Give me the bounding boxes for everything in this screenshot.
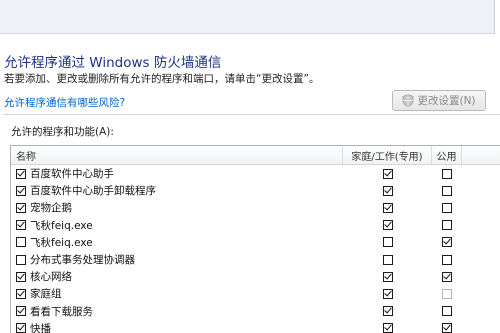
home-work-cell <box>343 306 432 317</box>
program-name: 快播 <box>30 322 51 333</box>
public-checkbox[interactable] <box>442 306 452 317</box>
list-item[interactable]: 飞秋feiq.exe <box>11 234 500 251</box>
program-enabled-checkbox[interactable] <box>16 254 26 265</box>
home-work-checkbox[interactable] <box>382 168 393 179</box>
public-cell <box>432 168 462 179</box>
program-name: 家庭组 <box>30 288 62 301</box>
home-work-cell <box>343 323 432 333</box>
scrollbar-edge <box>494 0 500 34</box>
program-enabled-checkbox[interactable] <box>16 306 26 317</box>
home-work-cell <box>343 271 432 282</box>
program-name: 飞秋feiq.exe <box>30 236 93 249</box>
program-name: 百度软件中心助手 <box>30 168 114 181</box>
column-header-home-work[interactable]: 家庭/工作(专用) <box>343 146 432 165</box>
home-work-checkbox[interactable] <box>382 237 393 248</box>
program-name: 飞秋feiq.exe <box>30 219 93 232</box>
risk-help-link[interactable]: 允许程序通信有哪些风险? <box>4 95 125 110</box>
change-settings-label: 更改设置(N) <box>417 95 476 107</box>
program-name: 百度软件中心助手卸载程序 <box>30 185 156 198</box>
public-cell <box>432 254 462 265</box>
page-title: 允许程序通过 Windows 防火墙通信 <box>4 55 222 71</box>
program-name: 分布式事务处理协调器 <box>30 254 135 267</box>
public-cell <box>432 323 462 333</box>
program-enabled-checkbox[interactable] <box>16 185 26 196</box>
public-checkbox[interactable] <box>442 271 452 282</box>
public-checkbox[interactable] <box>442 254 452 265</box>
program-name: 宠物企鹅 <box>30 202 72 215</box>
home-work-checkbox[interactable] <box>382 271 393 282</box>
public-cell <box>432 288 462 299</box>
public-cell <box>432 220 462 231</box>
list-header: 名称 家庭/工作(专用) 公用 <box>11 146 500 165</box>
program-enabled-checkbox[interactable] <box>16 323 26 333</box>
home-work-checkbox[interactable] <box>382 202 393 213</box>
home-work-checkbox[interactable] <box>382 185 393 196</box>
change-settings-button[interactable]: 更改设置(N) <box>392 90 486 111</box>
program-name-cell: 家庭组 <box>11 286 343 301</box>
program-name-cell: 看看下载服务 <box>11 304 343 319</box>
list-item[interactable]: 核心网络 <box>11 268 500 285</box>
shield-icon <box>403 94 414 107</box>
list-item[interactable]: 百度软件中心助手卸载程序 <box>11 182 500 199</box>
program-enabled-checkbox[interactable] <box>16 168 26 179</box>
public-cell <box>432 306 462 317</box>
public-checkbox[interactable] <box>442 202 452 213</box>
program-name-cell: 宠物企鹅 <box>11 200 343 215</box>
allowed-programs-list[interactable]: 名称 家庭/工作(专用) 公用 百度软件中心助手百度软件中心助手卸载程序 宠物企鹅… <box>10 145 500 333</box>
program-name-cell: 核心网络 <box>11 269 343 284</box>
home-work-checkbox[interactable] <box>382 220 393 231</box>
program-name: 核心网络 <box>30 271 72 284</box>
home-work-checkbox[interactable] <box>382 254 393 265</box>
home-work-cell <box>343 168 432 179</box>
home-work-cell <box>343 288 432 299</box>
public-cell <box>432 237 462 248</box>
program-name-cell: 飞秋feiq.exe <box>11 235 343 250</box>
program-enabled-checkbox[interactable] <box>16 202 26 213</box>
page-description: 若要添加、更改或删除所有允许的程序和端口，请单击“更改设置”。 <box>4 73 320 85</box>
program-name-cell: 百度软件中心助手 <box>11 166 343 181</box>
list-item[interactable]: 飞秋feiq.exe <box>11 217 500 234</box>
public-checkbox[interactable] <box>442 220 452 231</box>
program-enabled-checkbox[interactable] <box>16 271 26 282</box>
list-item[interactable]: 快播 <box>11 320 500 333</box>
program-enabled-checkbox[interactable] <box>16 220 26 231</box>
public-cell <box>432 185 462 196</box>
public-cell <box>432 202 462 213</box>
home-work-cell <box>343 185 432 196</box>
home-work-cell <box>343 254 432 265</box>
program-enabled-checkbox[interactable] <box>16 288 26 299</box>
home-work-checkbox[interactable] <box>382 288 393 299</box>
list-rows: 百度软件中心助手百度软件中心助手卸载程序 宠物企鹅飞秋feiq.exe 飞秋feiq… <box>11 165 500 333</box>
public-checkbox[interactable] <box>442 288 452 299</box>
allowed-programs-label: 允许的程序和功能(A): <box>11 126 114 138</box>
divider <box>3 114 500 115</box>
column-header-name[interactable]: 名称 <box>11 146 343 165</box>
program-name-cell: 快播 <box>11 321 343 333</box>
program-name: 看看下载服务 <box>30 305 93 318</box>
public-cell <box>432 271 462 282</box>
list-item[interactable]: 分布式事务处理协调器 <box>11 251 500 268</box>
program-name-cell: 分布式事务处理协调器 <box>11 252 343 267</box>
column-header-public[interactable]: 公用 <box>432 146 462 165</box>
home-work-cell <box>343 220 432 231</box>
list-item[interactable]: 看看下载服务 <box>11 303 500 320</box>
home-work-cell <box>343 202 432 213</box>
public-checkbox[interactable] <box>442 323 452 333</box>
window-top-bar <box>0 0 500 34</box>
program-enabled-checkbox[interactable] <box>16 237 26 248</box>
program-name-cell: 飞秋feiq.exe <box>11 218 343 233</box>
program-name-cell: 百度软件中心助手卸载程序 <box>11 183 343 198</box>
public-checkbox[interactable] <box>442 168 452 179</box>
list-item[interactable]: 宠物企鹅 <box>11 199 500 216</box>
public-checkbox[interactable] <box>442 237 452 248</box>
home-work-checkbox[interactable] <box>382 306 393 317</box>
public-checkbox[interactable] <box>442 185 452 196</box>
list-item[interactable]: 百度软件中心助手 <box>11 165 500 182</box>
home-work-checkbox[interactable] <box>382 323 393 333</box>
list-item[interactable]: 家庭组 <box>11 285 500 302</box>
home-work-cell <box>343 237 432 248</box>
